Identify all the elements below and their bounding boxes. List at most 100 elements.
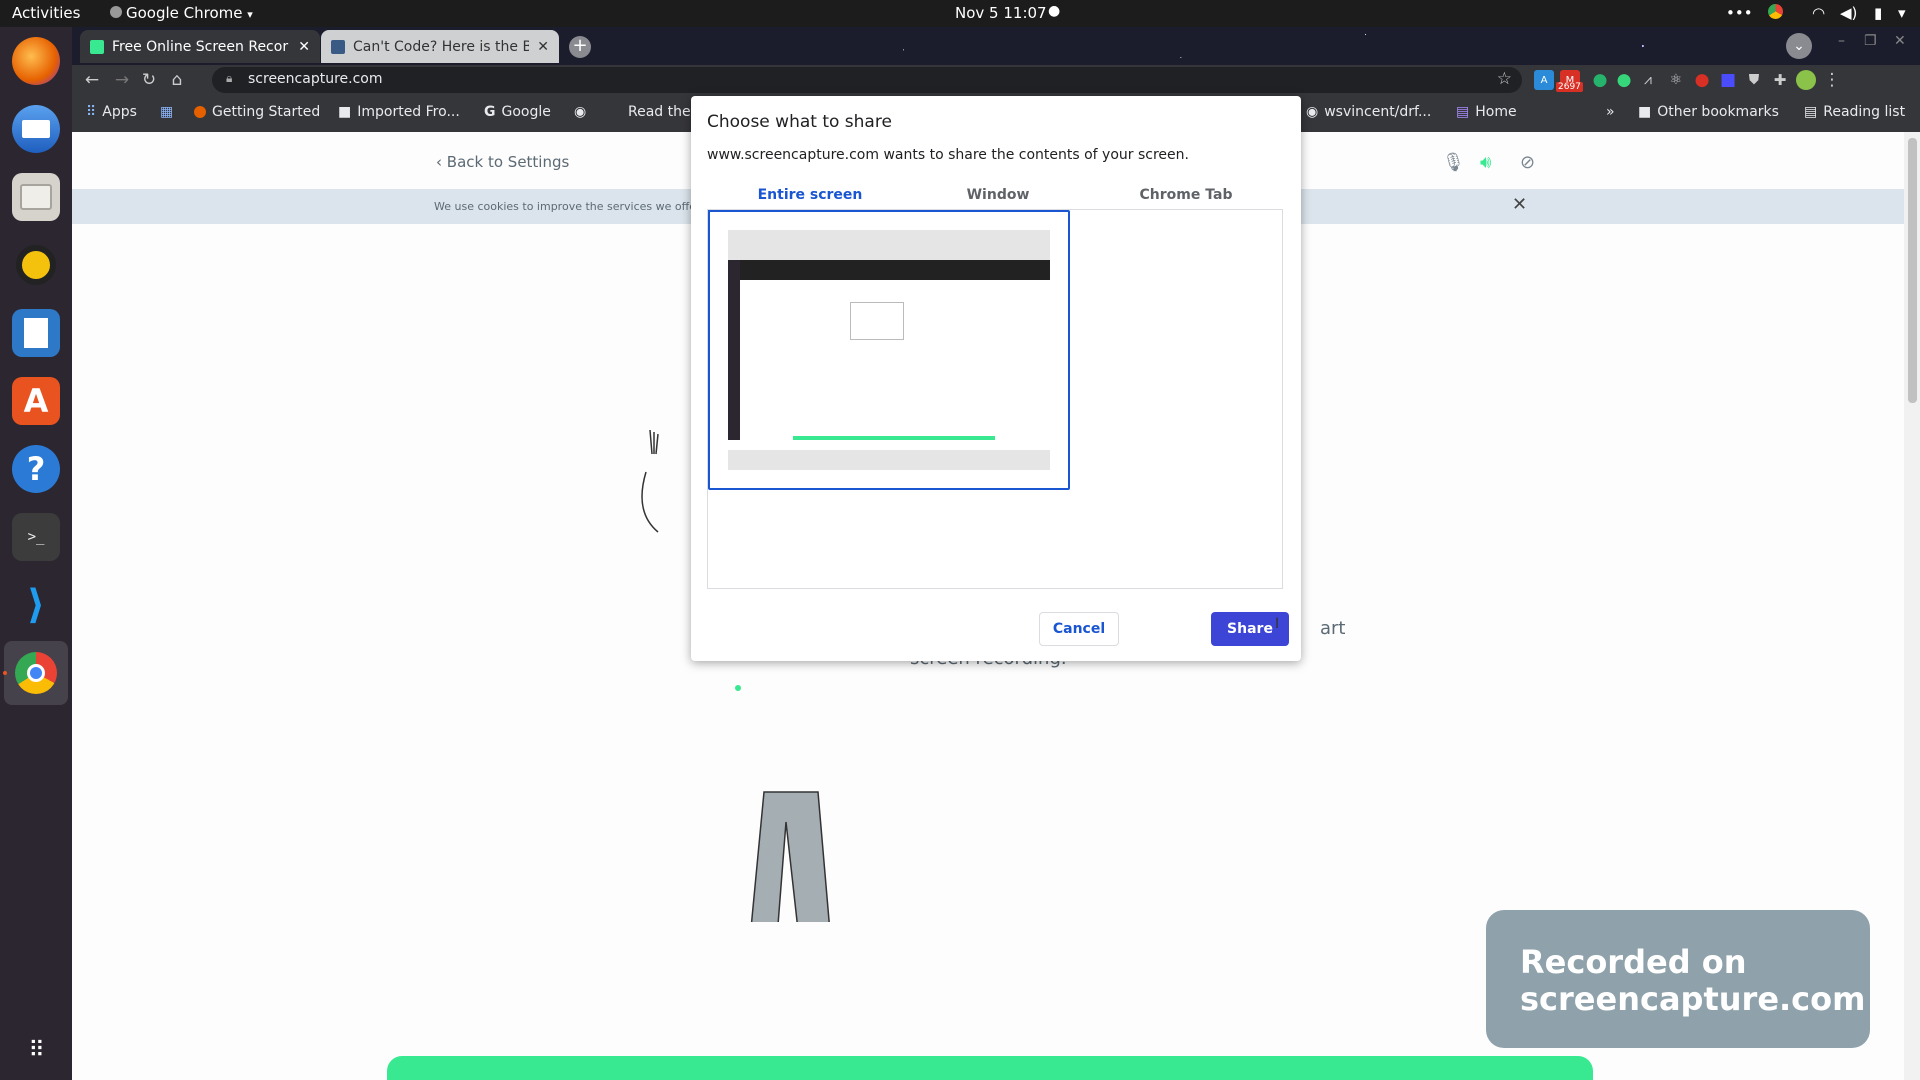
ubuntu-dock: A ? >_ ⟩ ⠿ — [0, 27, 72, 1080]
chevron-down-icon: ▾ — [247, 8, 253, 21]
tab-search-chevron-icon[interactable]: ⌄ — [1786, 33, 1812, 59]
extension-translate-icon[interactable]: A — [1534, 70, 1554, 90]
overflow-dots-icon[interactable]: ••• — [1726, 4, 1753, 22]
bookmark-label: Read the — [628, 104, 691, 120]
profile-avatar[interactable] — [1796, 70, 1816, 90]
chrome-icon[interactable] — [12, 649, 60, 697]
bookmark-getting-started[interactable]: Getting Started — [194, 104, 320, 120]
tab-label: Free Online Screen Recor — [112, 38, 289, 55]
bookmark-other[interactable]: ■ Other bookmarks — [1638, 104, 1779, 120]
start-recording-bar[interactable] — [387, 1056, 1593, 1080]
bookmark-label: Apps — [102, 104, 137, 120]
chrome-menu-icon[interactable]: ⋮ — [1822, 70, 1842, 90]
thumbnail-page — [728, 260, 1050, 450]
instruction-fragment: art — [1320, 618, 1346, 639]
bookmark-globe[interactable]: ◉ — [574, 104, 586, 120]
bookmark-label: Home — [1475, 104, 1517, 120]
chevron-left-icon: ‹ — [436, 153, 447, 171]
illustration-legs — [750, 791, 830, 922]
bookmark-label: Imported Fro... — [357, 104, 460, 120]
bookmark-apps[interactable]: ⠿ Apps — [86, 104, 137, 120]
bookmark-label: Other bookmarks — [1657, 104, 1779, 120]
scrollbar-thumb[interactable] — [1908, 138, 1917, 403]
github-icon: ◉ — [1306, 104, 1319, 120]
bookmarks-overflow-icon[interactable]: » — [1606, 104, 1615, 120]
browser-tab-strip: Free Online Screen Recor ✕ Can't Code? H… — [72, 27, 1920, 65]
bookmark-home[interactable]: ▤ Home — [1456, 104, 1517, 120]
ubuntu-software-icon[interactable]: A — [12, 377, 60, 425]
bookmark-wsvincent[interactable]: ◉ wsvincent/drf... — [1306, 104, 1431, 120]
bookmark-grid[interactable]: ▦ — [160, 104, 173, 120]
browser-toolbar: ← → ↻ ⌂ 🔒︎ screencapture.com ☆ A M 2697 … — [72, 65, 1920, 95]
extension-badge-count: 2697 — [1556, 82, 1583, 92]
speaker-icon[interactable]: 🔊︎ — [1480, 152, 1491, 173]
tab-entire-screen[interactable]: Entire screen — [707, 181, 913, 211]
tab-chrome-tab[interactable]: Chrome Tab — [1083, 181, 1289, 211]
extension-record-icon[interactable]: ● — [1692, 70, 1712, 90]
vscode-icon[interactable]: ⟩ — [12, 581, 60, 629]
libreoffice-writer-icon[interactable] — [12, 309, 60, 357]
bookmark-imported[interactable]: ■ Imported Fro... — [338, 104, 460, 120]
cancel-button[interactable]: Cancel — [1039, 612, 1119, 646]
microphone-off-icon[interactable]: 🎙︎ — [1442, 152, 1465, 173]
page-scrollbar[interactable] — [1904, 132, 1920, 1080]
illustration-hand — [641, 471, 659, 533]
tab-close-icon[interactable]: ✕ — [298, 39, 310, 55]
thumbnail-dialog — [850, 302, 904, 340]
extensions-puzzle-icon[interactable]: ✚ — [1770, 70, 1790, 90]
firefox-icon[interactable] — [12, 37, 60, 85]
rhythmbox-icon[interactable] — [12, 241, 60, 289]
bookmark-google[interactable]: G Google — [484, 104, 551, 120]
extension-chart-icon[interactable]: ⩘ — [1638, 70, 1658, 90]
back-arrow-icon[interactable]: ← — [82, 70, 102, 90]
terminal-icon[interactable]: >_ — [12, 513, 60, 561]
bookmark-star-icon[interactable]: ☆ — [1497, 69, 1512, 89]
thunderbird-icon[interactable] — [12, 105, 60, 153]
wifi-icon[interactable]: ◠ — [1812, 4, 1825, 22]
help-icon[interactable]: ? — [12, 445, 60, 493]
tab-screencapture[interactable]: Free Online Screen Recor ✕ — [80, 30, 320, 63]
new-tab-button[interactable]: + — [569, 36, 591, 58]
forward-arrow-icon[interactable]: → — [112, 70, 132, 90]
home-icon[interactable]: ⌂ — [167, 70, 187, 90]
badge-line-2: screencapture.com — [1520, 980, 1866, 1018]
reading-list[interactable]: ▤ Reading list — [1804, 104, 1905, 120]
address-text: screencapture.com — [248, 71, 383, 87]
dialog-description: www.screencapture.com wants to share the… — [707, 147, 1189, 163]
extension-blue-square-icon[interactable]: ■ — [1718, 70, 1738, 90]
window-close-icon[interactable]: ✕ — [1894, 33, 1906, 49]
system-top-bar: Activities Google Chrome ▾ Nov 5 11:07 ●… — [0, 0, 1920, 27]
chrome-indicator-icon[interactable] — [1768, 4, 1783, 19]
extension-grammarly-icon[interactable]: ● — [1590, 70, 1610, 90]
back-link-label: Back to Settings — [446, 153, 570, 171]
minimize-icon[interactable]: – — [1838, 33, 1845, 49]
firefox-small-icon — [194, 106, 206, 118]
tab-window[interactable]: Window — [895, 181, 1101, 211]
battery-icon[interactable]: ▮ — [1874, 4, 1882, 22]
tab-cant-code[interactable]: Can't Code? Here is the Be ✕ — [321, 30, 559, 63]
back-to-settings-link[interactable]: ‹ Back to Settings — [436, 153, 569, 171]
folder-icon: ■ — [1638, 104, 1652, 120]
extension-react-icon[interactable]: ⚛ — [1666, 70, 1686, 90]
bookmark-read-the[interactable]: Read the — [628, 104, 691, 120]
camera-off-icon[interactable]: ⊘ — [1520, 152, 1535, 173]
folder-icon: ■ — [338, 104, 352, 120]
tab-close-icon[interactable]: ✕ — [537, 39, 549, 55]
app-menu[interactable]: Google Chrome ▾ — [110, 4, 253, 22]
clock[interactable]: Nov 5 11:07 — [955, 4, 1047, 22]
cookie-close-icon[interactable]: ✕ — [1512, 194, 1527, 215]
entire-screen-option[interactable] — [708, 210, 1070, 490]
cookie-text: We use cookies to improve the services w… — [434, 200, 696, 213]
activities-button[interactable]: Activities — [12, 4, 80, 22]
volume-icon[interactable]: ◀) — [1840, 4, 1857, 22]
address-bar[interactable]: 🔒︎ screencapture.com ☆ — [212, 67, 1522, 93]
reload-icon[interactable]: ↻ — [139, 70, 159, 90]
badge-line-1: Recorded on — [1520, 943, 1747, 981]
files-icon[interactable] — [12, 173, 60, 221]
show-applications-icon[interactable]: ⠿ — [12, 1027, 60, 1075]
system-menu-chevron-icon[interactable]: ▾ — [1898, 4, 1906, 22]
extension-shield-icon[interactable]: ⛊ — [1744, 70, 1764, 90]
maximize-icon[interactable]: ❐ — [1864, 33, 1877, 49]
extension-green-dot-icon[interactable]: ● — [1614, 70, 1634, 90]
thumbnail-browser-chrome — [728, 260, 1050, 280]
